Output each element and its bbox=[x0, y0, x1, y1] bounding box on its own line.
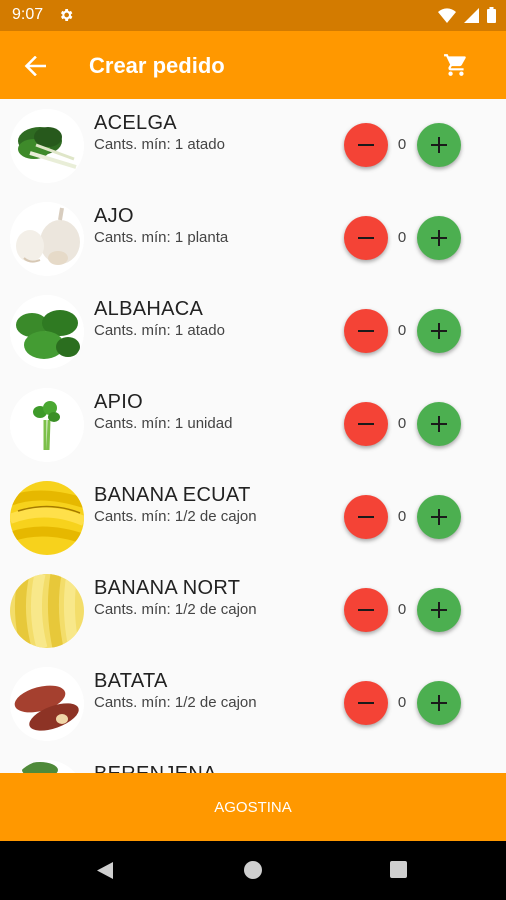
quantity-value: 0 bbox=[397, 601, 407, 618]
list-item: BERENJENA bbox=[0, 750, 506, 773]
list-item: BANANA NORT Cants. mín: 1/2 de cajon 0 bbox=[0, 564, 506, 657]
quantity-value: 0 bbox=[397, 508, 407, 525]
shopping-cart-icon bbox=[444, 54, 466, 76]
increase-button[interactable] bbox=[417, 402, 461, 446]
product-name: APIO bbox=[94, 391, 143, 413]
garlic-image bbox=[10, 202, 84, 276]
product-name: BERENJENA bbox=[94, 763, 217, 773]
decrease-button[interactable] bbox=[344, 123, 388, 167]
nav-recents-icon[interactable] bbox=[390, 861, 407, 878]
decrease-button[interactable] bbox=[344, 495, 388, 539]
status-time: 9:07 bbox=[12, 6, 44, 23]
battery-icon bbox=[487, 7, 496, 23]
increase-button[interactable] bbox=[417, 681, 461, 725]
minus-icon bbox=[358, 422, 374, 426]
back-button[interactable] bbox=[20, 51, 50, 81]
page-title: Crear pedido bbox=[89, 53, 225, 78]
minus-icon bbox=[358, 143, 374, 147]
minus-icon bbox=[358, 329, 374, 333]
nav-home-icon[interactable] bbox=[244, 861, 262, 879]
increase-button[interactable] bbox=[417, 123, 461, 167]
decrease-button[interactable] bbox=[344, 588, 388, 632]
product-name: BANANA NORT bbox=[94, 577, 241, 599]
product-name: ALBAHACA bbox=[94, 298, 204, 320]
product-min-quantity: Cants. mín: 1/2 de cajon bbox=[94, 601, 257, 618]
product-min-quantity: Cants. mín: 1 atado bbox=[94, 136, 225, 153]
product-list[interactable]: ACELGA Cants. mín: 1 atado 0 AJO Cants. … bbox=[0, 99, 506, 773]
settings-gear-icon bbox=[60, 9, 73, 21]
chard-image bbox=[10, 109, 84, 183]
decrease-button[interactable] bbox=[344, 309, 388, 353]
list-item: ACELGA Cants. mín: 1 atado 0 bbox=[0, 99, 506, 192]
list-item: AJO Cants. mín: 1 planta 0 bbox=[0, 192, 506, 285]
bananas-image bbox=[10, 574, 84, 648]
product-min-quantity: Cants. mín: 1/2 de cajon bbox=[94, 508, 257, 525]
minus-icon bbox=[358, 701, 374, 705]
product-name: BANANA ECUAT bbox=[94, 484, 251, 506]
quantity-value: 0 bbox=[397, 322, 407, 339]
list-item: ALBAHACA Cants. mín: 1 atado 0 bbox=[0, 285, 506, 378]
nav-back-icon[interactable] bbox=[96, 861, 114, 880]
minus-icon bbox=[358, 236, 374, 240]
bananas-image bbox=[10, 481, 84, 555]
customer-name: AGOSTINA bbox=[214, 799, 292, 816]
quantity-value: 0 bbox=[397, 694, 407, 711]
minus-icon bbox=[358, 515, 374, 519]
increase-button[interactable] bbox=[417, 495, 461, 539]
product-min-quantity: Cants. mín: 1 planta bbox=[94, 229, 229, 246]
product-min-quantity: Cants. mín: 1 unidad bbox=[94, 415, 233, 432]
quantity-value: 0 bbox=[397, 229, 407, 246]
decrease-button[interactable] bbox=[344, 402, 388, 446]
status-bar: 9:07 bbox=[0, 0, 506, 31]
product-name: ACELGA bbox=[94, 112, 177, 134]
decrease-button[interactable] bbox=[344, 216, 388, 260]
system-nav-bar bbox=[0, 841, 506, 900]
quantity-value: 0 bbox=[397, 136, 407, 153]
product-name: BATATA bbox=[94, 670, 168, 692]
list-item: APIO Cants. mín: 1 unidad 0 bbox=[0, 378, 506, 471]
cart-button[interactable] bbox=[441, 50, 471, 80]
sweet-potato-image bbox=[10, 667, 84, 741]
list-item: BANANA ECUAT Cants. mín: 1/2 de cajon 0 bbox=[0, 471, 506, 564]
wifi-icon bbox=[438, 7, 456, 23]
signal-icon bbox=[464, 7, 479, 23]
basil-image bbox=[10, 295, 84, 369]
customer-button[interactable]: AGOSTINA bbox=[0, 773, 506, 841]
product-min-quantity: Cants. mín: 1 atado bbox=[94, 322, 225, 339]
increase-button[interactable] bbox=[417, 588, 461, 632]
minus-icon bbox=[358, 608, 374, 612]
app-bar: Crear pedido bbox=[0, 31, 506, 99]
arrow-back-icon bbox=[24, 56, 46, 76]
list-item: BATATA Cants. mín: 1/2 de cajon 0 bbox=[0, 657, 506, 750]
celery-image bbox=[10, 388, 84, 462]
product-name: AJO bbox=[94, 205, 134, 227]
quantity-value: 0 bbox=[397, 415, 407, 432]
decrease-button[interactable] bbox=[344, 681, 388, 725]
increase-button[interactable] bbox=[417, 309, 461, 353]
eggplant-image bbox=[10, 760, 84, 773]
increase-button[interactable] bbox=[417, 216, 461, 260]
product-min-quantity: Cants. mín: 1/2 de cajon bbox=[94, 694, 257, 711]
